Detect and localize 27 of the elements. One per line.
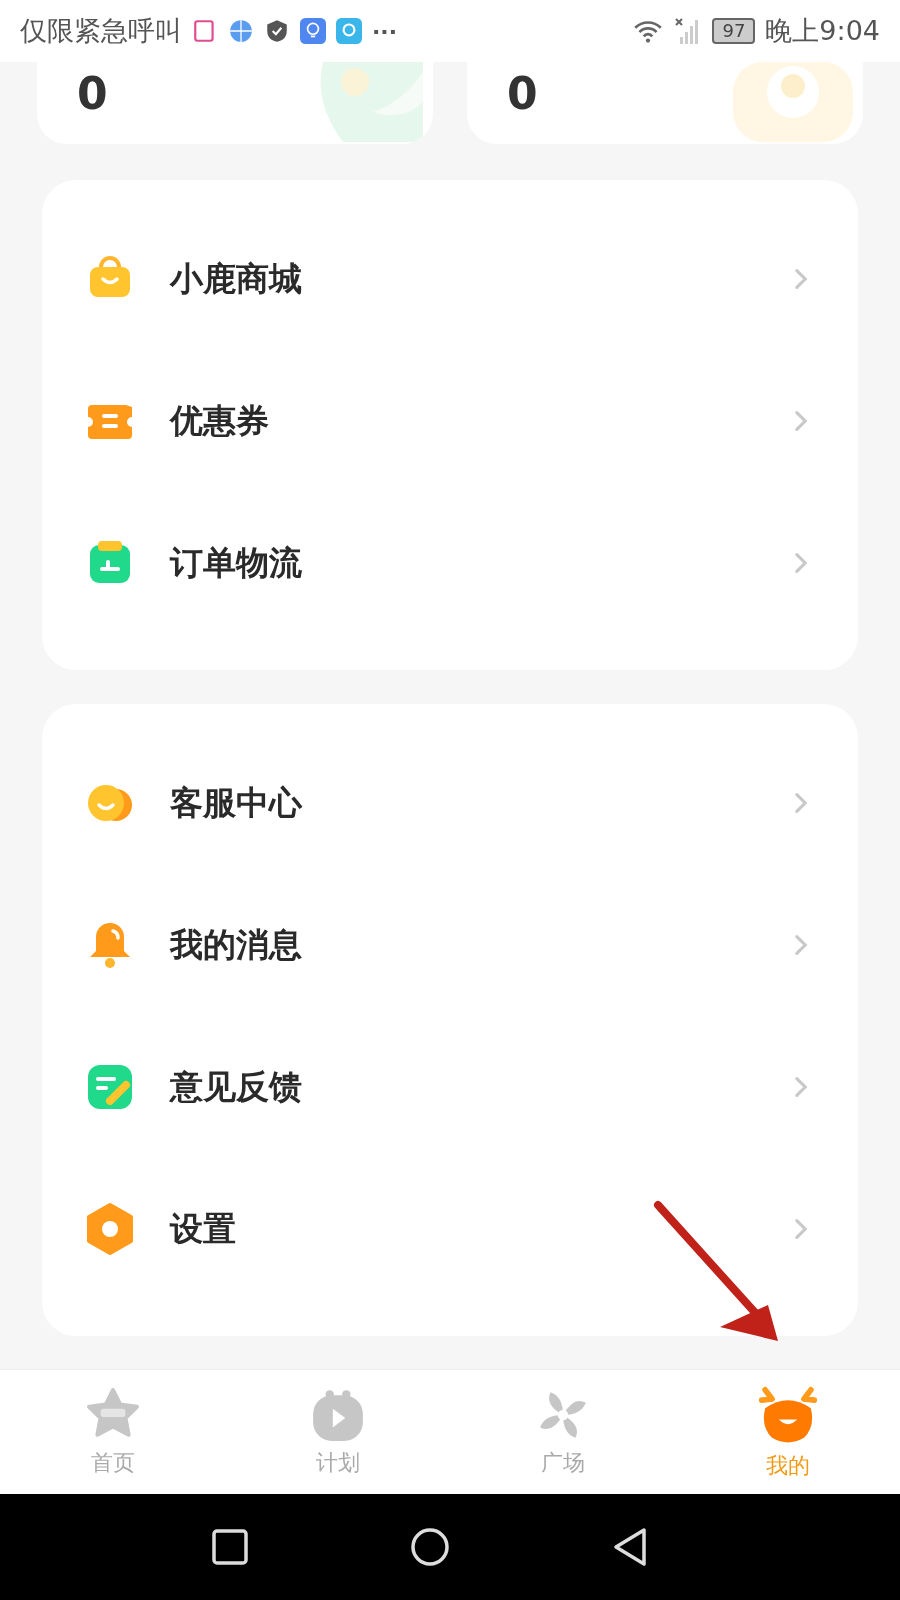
shield-icon: [264, 18, 290, 44]
clock-text: 晚上9:04: [765, 14, 880, 48]
chevron-icon: [794, 551, 808, 575]
chevron-icon: [794, 267, 808, 291]
chevron-icon: [794, 791, 808, 815]
menu-item[interactable]: 小鹿商城: [42, 208, 858, 350]
stat-value: 0: [77, 68, 108, 120]
chevron-icon: [794, 1217, 808, 1241]
lightbulb-icon: [300, 18, 326, 44]
home-button[interactable]: [410, 1527, 450, 1567]
more-notifications-text: ···: [372, 18, 398, 44]
stat-card[interactable]: 0: [37, 62, 433, 144]
menu-item[interactable]: 优惠券: [42, 350, 858, 492]
menu-item[interactable]: 客服中心: [42, 732, 858, 874]
menu-item[interactable]: 订单物流: [42, 492, 858, 634]
menu-item[interactable]: 设置: [42, 1158, 858, 1300]
stat-card[interactable]: 0: [467, 62, 863, 144]
menu-item[interactable]: 我的消息: [42, 874, 858, 1016]
chevron-icon: [794, 409, 808, 433]
chevron-icon: [794, 933, 808, 957]
carrier-text: 仅限紧急呼叫: [20, 14, 182, 48]
recent-apps-button[interactable]: [210, 1527, 250, 1567]
battery-indicator: 97: [712, 18, 756, 44]
stat-value: 0: [507, 68, 538, 120]
chevron-icon: [794, 1075, 808, 1099]
globe-icon: [228, 18, 254, 44]
menu-item[interactable]: 意见反馈: [42, 1016, 858, 1158]
